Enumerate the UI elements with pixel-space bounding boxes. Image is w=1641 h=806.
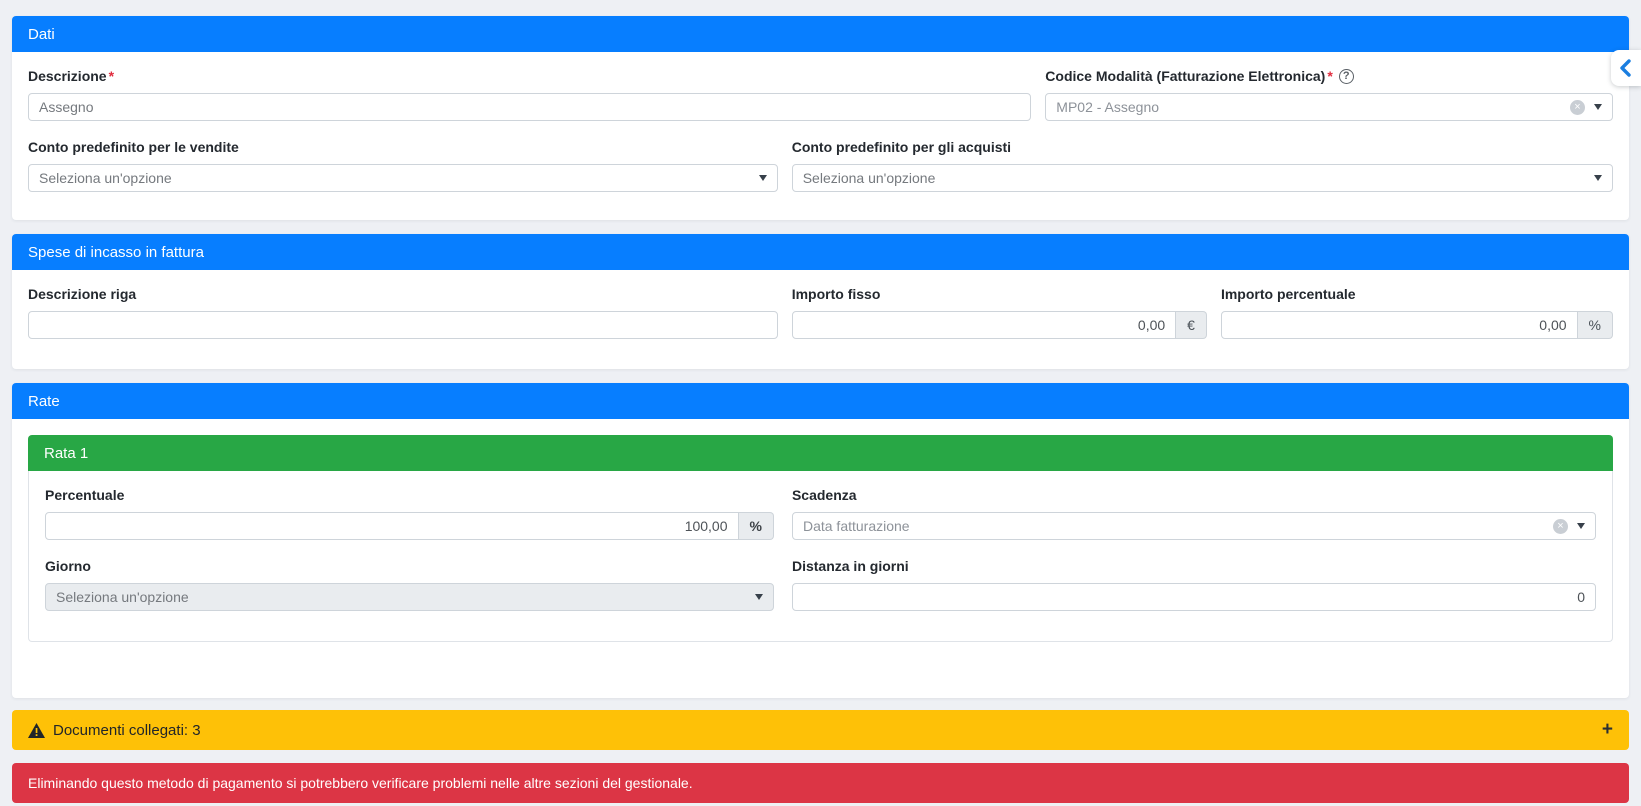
percentuale-input[interactable]: [45, 512, 739, 540]
giorno-select[interactable]: Seleziona un'opzione: [45, 583, 774, 611]
section-title: Rate: [28, 393, 60, 410]
required-asterisk: *: [109, 68, 114, 84]
conto-acquisti-select[interactable]: Seleziona un'opzione: [792, 164, 1613, 192]
main-content: Dati Descrizione* Codice Modalità (Fattu…: [12, 0, 1629, 803]
chevron-down-icon: [1577, 523, 1585, 529]
section-title: Spese di incasso in fattura: [28, 244, 204, 261]
codice-modalita-select[interactable]: MP02 - Assegno ×: [1045, 93, 1613, 121]
importo-fisso-label: Importo fisso: [792, 286, 1207, 302]
section-spese-body: Descrizione riga Importo fisso € Impor: [12, 270, 1629, 369]
chevron-left-icon: [1619, 59, 1631, 77]
scadenza-select[interactable]: Data fatturazione ×: [792, 512, 1596, 540]
section-spese-header: Spese di incasso in fattura: [12, 234, 1629, 270]
descrizione-label: Descrizione*: [28, 68, 1031, 84]
descrizione-riga-label: Descrizione riga: [28, 286, 778, 302]
section-dati-header: Dati: [12, 16, 1629, 52]
conto-vendite-select[interactable]: Seleziona un'opzione: [28, 164, 778, 192]
scadenza-label: Scadenza: [792, 487, 1596, 503]
chevron-down-icon: [1594, 175, 1602, 181]
section-dati-body: Descrizione* Codice Modalità (Fatturazio…: [12, 52, 1629, 220]
clear-icon[interactable]: ×: [1570, 100, 1585, 115]
distanza-input[interactable]: [792, 583, 1596, 611]
codice-modalita-label: Codice Modalità (Fatturazione Elettronic…: [1045, 68, 1613, 84]
documenti-collegati-bar[interactable]: Documenti collegati: 3 +: [12, 710, 1629, 750]
rata-1-body: Percentuale % Scadenza: [28, 471, 1613, 642]
importo-fisso-input[interactable]: [792, 311, 1176, 339]
conto-vendite-label: Conto predefinito per le vendite: [28, 139, 778, 155]
section-rate-body: Rata 1 Percentuale %: [12, 419, 1629, 698]
chevron-down-icon: [1594, 104, 1602, 110]
distanza-label: Distanza in giorni: [792, 558, 1596, 574]
percentuale-label: Percentuale: [45, 487, 774, 503]
rata-title: Rata 1: [44, 445, 88, 462]
warning-icon: [28, 723, 45, 738]
section-rate-header: Rate: [12, 383, 1629, 419]
required-asterisk: *: [1327, 68, 1332, 84]
alert-text: Eliminando questo metodo di pagamento si…: [28, 775, 693, 791]
section-rate: Rate Rata 1 Percentuale %: [12, 383, 1629, 698]
descrizione-riga-input[interactable]: [28, 311, 778, 339]
rata-1-header: Rata 1: [28, 435, 1613, 471]
descrizione-input[interactable]: [28, 93, 1031, 121]
importo-percentuale-label: Importo percentuale: [1221, 286, 1613, 302]
giorno-label: Giorno: [45, 558, 774, 574]
section-spese: Spese di incasso in fattura Descrizione …: [12, 234, 1629, 369]
expand-plus-icon[interactable]: +: [1602, 719, 1613, 741]
clear-icon[interactable]: ×: [1553, 519, 1568, 534]
help-icon[interactable]: ?: [1339, 69, 1354, 84]
euro-addon: €: [1176, 311, 1207, 339]
percent-addon: %: [1578, 311, 1613, 339]
delete-warning-alert: Eliminando questo metodo di pagamento si…: [12, 763, 1629, 803]
section-title: Dati: [28, 26, 55, 43]
chevron-down-icon: [755, 594, 763, 600]
chevron-down-icon: [759, 175, 767, 181]
importo-percentuale-input[interactable]: [1221, 311, 1578, 339]
section-dati: Dati Descrizione* Codice Modalità (Fattu…: [12, 16, 1629, 220]
warning-text: Documenti collegati: 3: [53, 722, 201, 739]
sidebar-collapse-tab[interactable]: [1611, 50, 1641, 86]
rata-1-card: Rata 1 Percentuale %: [28, 435, 1613, 642]
conto-acquisti-label: Conto predefinito per gli acquisti: [792, 139, 1613, 155]
percent-addon: %: [739, 512, 774, 540]
